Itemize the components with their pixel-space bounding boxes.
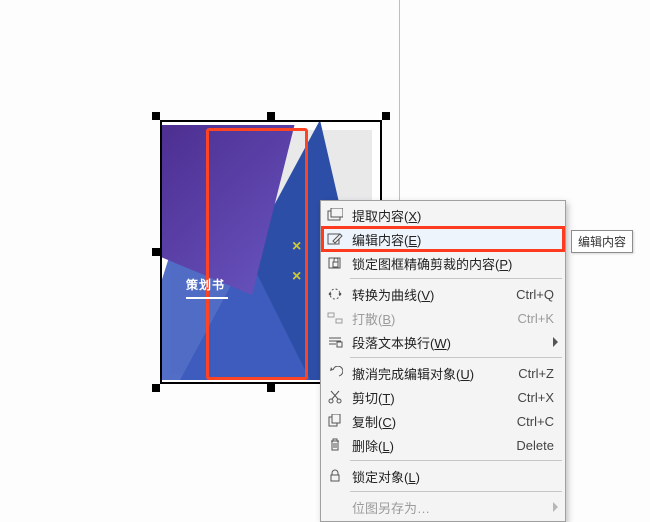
menu-save-bitmap-as: 位图另存为…	[322, 495, 564, 519]
menu-extract-contents[interactable]: 提取内容(X)	[322, 203, 564, 227]
lock-icon	[322, 464, 348, 488]
menu-label: 转换为曲线(V)	[348, 285, 494, 304]
menu-label: 剪切(T)	[348, 388, 494, 407]
menu-label: 编辑内容(E)	[348, 230, 494, 249]
artwork-title-text: 策划书	[186, 278, 225, 292]
menu-convert-to-curves[interactable]: 转换为曲线(V) Ctrl+Q	[322, 282, 564, 306]
break-apart-icon	[322, 306, 348, 330]
resize-handle-nw[interactable]	[152, 112, 160, 120]
menu-wrap-paragraph-text[interactable]: 段落文本换行(W)	[322, 330, 564, 354]
menu-separator	[350, 278, 562, 279]
menu-copy[interactable]: 复制(C) Ctrl+C	[322, 409, 564, 433]
resize-handle-w[interactable]	[152, 248, 160, 256]
menu-label: 复制(C)	[348, 412, 494, 431]
menu-undo-finish-editing[interactable]: 撤消完成编辑对象(U) Ctrl+Z	[322, 361, 564, 385]
text-wrap-icon	[322, 330, 348, 354]
lock-frame-icon	[322, 251, 348, 275]
resize-handle-ne[interactable]	[382, 112, 390, 120]
menu-shortcut: Delete	[494, 438, 564, 453]
cut-icon	[322, 385, 348, 409]
menu-label: 锁定对象(L)	[348, 467, 494, 486]
menu-shortcut: Ctrl+Z	[494, 366, 564, 381]
menu-shortcut: Ctrl+X	[494, 390, 564, 405]
menu-break-apart: 打散(B) Ctrl+K	[322, 306, 564, 330]
blank-icon	[322, 495, 348, 519]
menu-shortcut: Ctrl+C	[494, 414, 564, 429]
menu-shortcut: Ctrl+Q	[494, 287, 564, 302]
menu-label: 删除(L)	[348, 436, 494, 455]
menu-label: 打散(B)	[348, 309, 494, 328]
resize-handle-n[interactable]	[267, 112, 275, 120]
copy-icon	[322, 409, 348, 433]
menu-separator	[350, 491, 562, 492]
edit-icon	[322, 227, 348, 251]
delete-icon	[322, 433, 348, 457]
menu-label: 锁定图框精确剪裁的内容(P)	[348, 254, 512, 273]
resize-handle-sw[interactable]	[152, 384, 160, 392]
menu-delete[interactable]: 删除(L) Delete	[322, 433, 564, 457]
artwork-title-underline	[186, 297, 228, 299]
menu-label: 段落文本换行(W)	[348, 333, 494, 352]
menu-separator	[350, 357, 562, 358]
menu-label: 提取内容(X)	[348, 206, 494, 225]
menu-lock-powerclip-contents[interactable]: 锁定图框精确剪裁的内容(P)	[322, 251, 564, 275]
submenu-arrow-icon	[553, 502, 558, 512]
menu-separator	[350, 460, 562, 461]
menu-shortcut: Ctrl+K	[494, 311, 564, 326]
menu-label: 位图另存为…	[348, 498, 494, 517]
extract-icon	[322, 203, 348, 227]
tooltip: 编辑内容	[571, 230, 633, 253]
resize-handle-s[interactable]	[267, 384, 275, 392]
submenu-arrow-icon	[553, 337, 558, 347]
context-menu: 提取内容(X) 编辑内容(E) 锁定图框精确剪裁的内容(P) 转换为曲线(V) …	[320, 200, 566, 522]
menu-label: 撤消完成编辑对象(U)	[348, 364, 494, 383]
center-marker-1: ×	[292, 238, 301, 256]
menu-cut[interactable]: 剪切(T) Ctrl+X	[322, 385, 564, 409]
undo-icon	[322, 361, 348, 385]
menu-edit-contents[interactable]: 编辑内容(E)	[322, 227, 564, 251]
convert-curve-icon	[322, 282, 348, 306]
artwork-title: 策划书	[186, 276, 228, 299]
menu-lock-object[interactable]: 锁定对象(L)	[322, 464, 564, 488]
center-marker-2: ×	[292, 268, 301, 286]
